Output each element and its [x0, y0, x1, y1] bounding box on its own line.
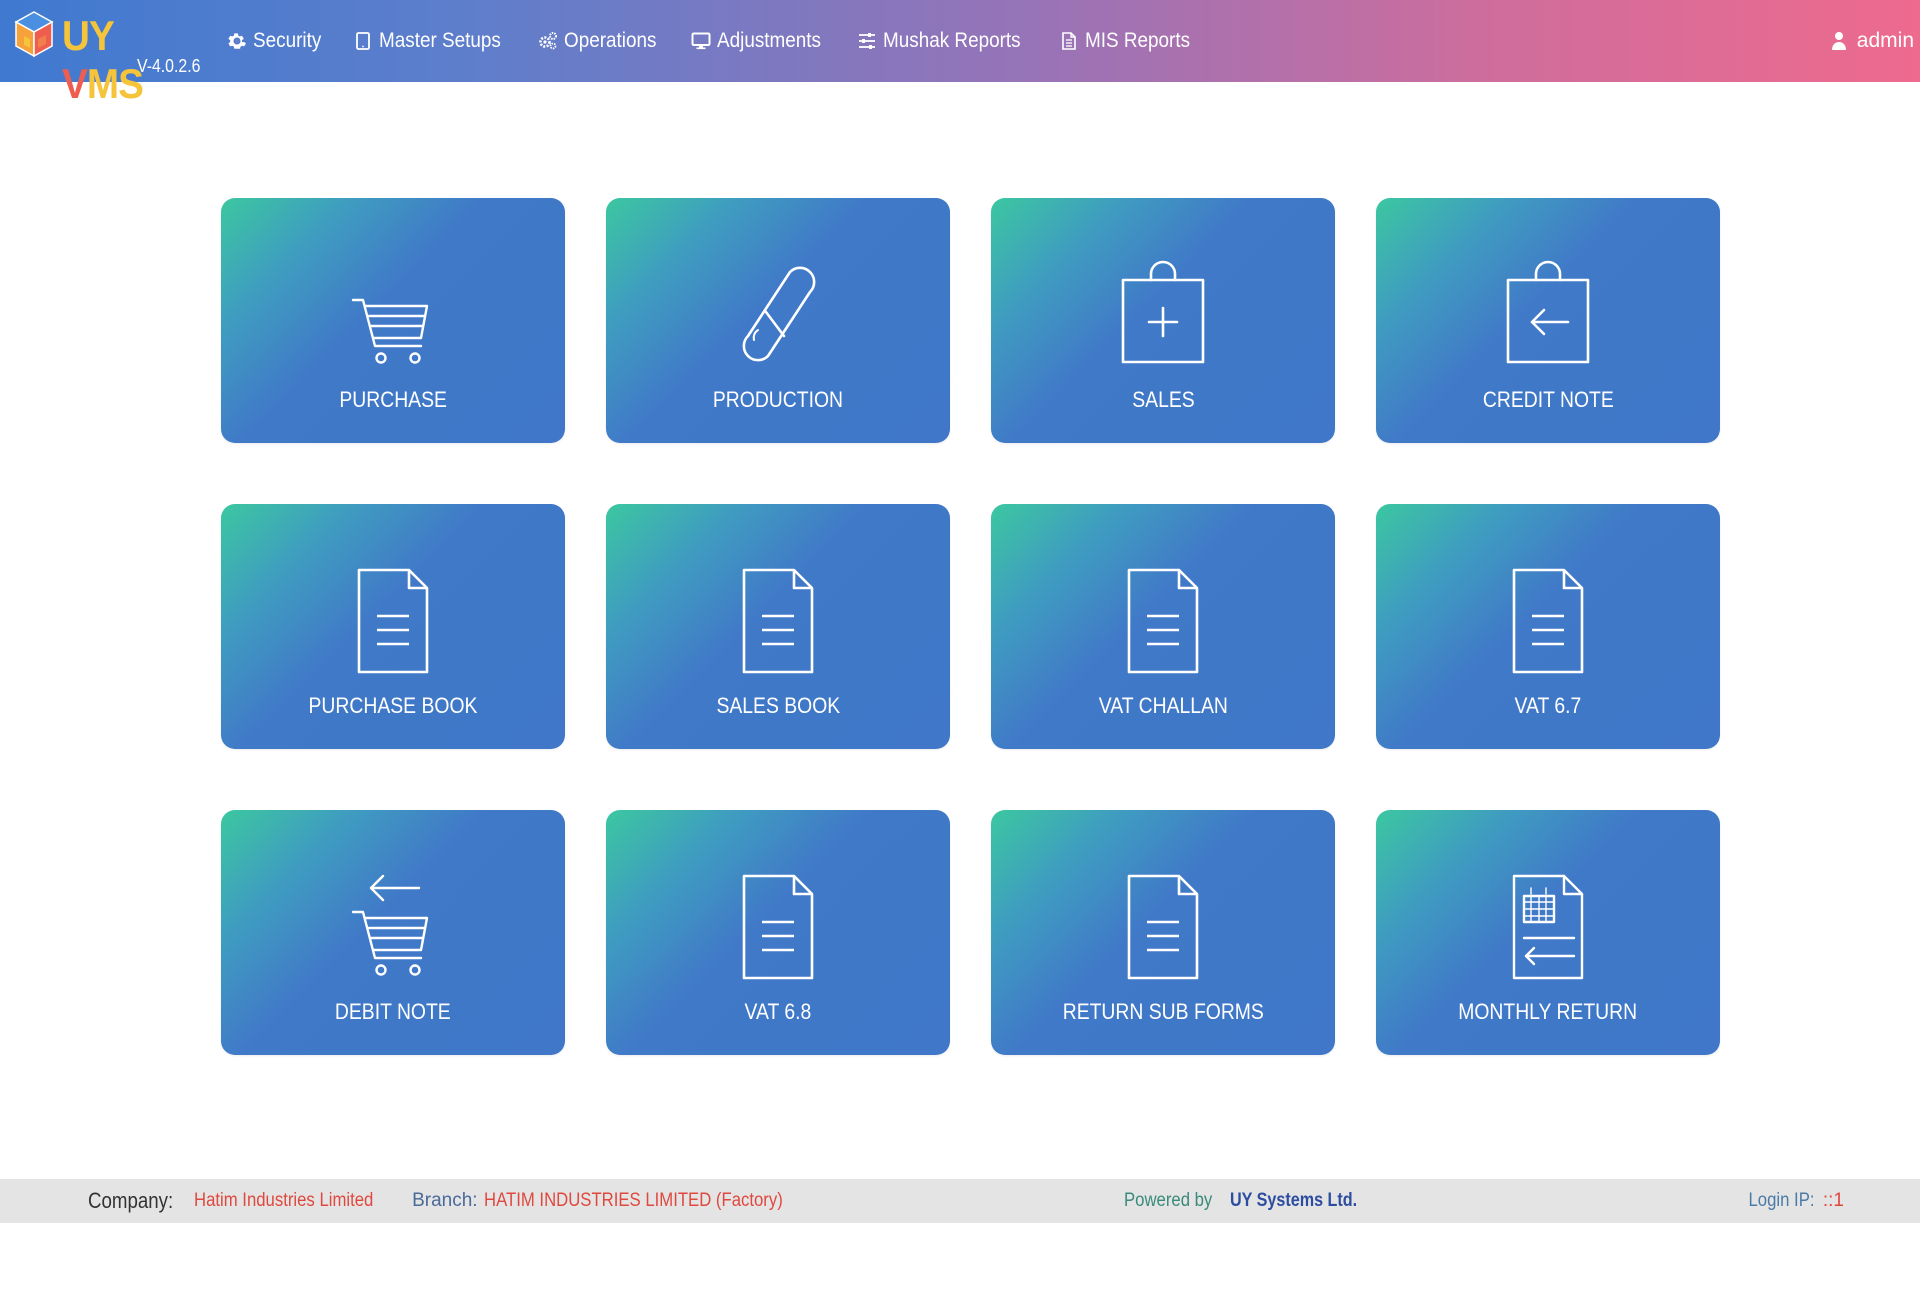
- tile-monthly-return[interactable]: MONTHLY RETURN: [1376, 810, 1720, 1055]
- nav-master-setups[interactable]: Master Setups: [341, 0, 526, 82]
- nav-security[interactable]: Security: [215, 0, 341, 82]
- main-menu: Security Master Setups Operations Adjust…: [215, 0, 1214, 82]
- branch-value: HATIM INDUSTRIES LIMITED (Factory): [483, 1190, 783, 1211]
- document-icon: [742, 568, 814, 674]
- tile-return-sub-forms[interactable]: RETURN SUB FORMS: [991, 810, 1335, 1055]
- cart-icon: [351, 298, 429, 364]
- tile-label: VAT 6.7: [1514, 693, 1582, 718]
- tile-label: PRODUCTION: [712, 387, 844, 412]
- document-icon: [1512, 568, 1584, 674]
- tile-label: RETURN SUB FORMS: [1062, 999, 1264, 1024]
- file-text-icon: [1062, 32, 1077, 50]
- monitor-icon: [691, 32, 711, 50]
- company-label: Company:: [88, 1188, 174, 1213]
- tile-label: DEBIT NOTE: [335, 999, 451, 1024]
- document-icon: [1127, 568, 1199, 674]
- tile-label: PURCHASE BOOK: [308, 693, 478, 718]
- powered-by-company-link[interactable]: UY Systems Ltd.: [1230, 1190, 1357, 1212]
- tile-label: VAT 6.8: [744, 999, 812, 1024]
- sliders-icon: [858, 33, 875, 49]
- cube-logo-icon: [14, 11, 54, 58]
- tile-label: PURCHASE: [339, 387, 447, 412]
- footer-login-ip: Login IP: ::1: [1744, 1179, 1844, 1223]
- tablet-icon: [355, 32, 370, 50]
- footer-bar: Company: Hatim Industries Limited Branch…: [0, 1179, 1920, 1223]
- document-icon: [742, 874, 814, 980]
- tile-purchase[interactable]: PURCHASE: [221, 198, 565, 443]
- bag-return-icon: [1506, 260, 1590, 364]
- calendar-doc-icon: [1512, 874, 1584, 980]
- login-ip-label: Login IP:: [1748, 1190, 1815, 1211]
- nav-operations[interactable]: Operations: [526, 0, 679, 82]
- bag-plus-icon: [1121, 260, 1205, 364]
- tile-debit-note[interactable]: DEBIT NOTE: [221, 810, 565, 1055]
- tile-label: MONTHLY RETURN: [1458, 999, 1638, 1024]
- footer-company-info: Company: Hatim Industries Limited Branch…: [88, 1179, 823, 1223]
- document-icon: [1127, 874, 1199, 980]
- powered-by-label: Powered by: [1124, 1190, 1213, 1211]
- cart-return-icon: [351, 874, 429, 976]
- footer-powered-by: Powered by UY Systems Ltd.: [1124, 1179, 1380, 1223]
- tile-label: CREDIT NOTE: [1482, 387, 1614, 412]
- nav-mis-reports[interactable]: MIS Reports: [1047, 0, 1214, 82]
- user-icon: [1831, 32, 1846, 50]
- gears-icon: [539, 32, 558, 50]
- login-ip-value: ::1: [1822, 1190, 1844, 1211]
- gear-icon: [228, 33, 246, 49]
- top-navbar: UY VMS V-4.0.2.6 Security Master Setups …: [0, 0, 1920, 107]
- tile-vat-6-8[interactable]: VAT 6.8: [606, 810, 950, 1055]
- tile-vat-6-7[interactable]: VAT 6.7: [1376, 504, 1720, 749]
- tile-label: SALES BOOK: [716, 693, 840, 718]
- branch-label: Branch:: [412, 1190, 478, 1211]
- user-menu[interactable]: admin: [1831, 0, 1920, 82]
- nav-adjustments[interactable]: Adjustments: [679, 0, 845, 82]
- username: admin: [1856, 29, 1914, 52]
- tile-sales[interactable]: SALES: [991, 198, 1335, 443]
- nav-mushak-reports[interactable]: Mushak Reports: [845, 0, 1048, 82]
- tile-purchase-book[interactable]: PURCHASE BOOK: [221, 504, 565, 749]
- tile-sales-book[interactable]: SALES BOOK: [606, 504, 950, 749]
- tile-credit-note[interactable]: CREDIT NOTE: [1376, 198, 1720, 443]
- pill-icon: [742, 266, 816, 362]
- document-icon: [357, 568, 429, 674]
- brand-logo[interactable]: UY VMS V-4.0.2.6: [0, 0, 215, 107]
- tile-label: SALES: [1131, 387, 1195, 412]
- company-value: Hatim Industries Limited: [194, 1190, 374, 1211]
- tile-label: VAT CHALLAN: [1098, 693, 1228, 718]
- app-version: V-4.0.2.6: [137, 56, 201, 76]
- tile-vat-challan[interactable]: VAT CHALLAN: [991, 504, 1335, 749]
- tile-production[interactable]: PRODUCTION: [606, 198, 950, 443]
